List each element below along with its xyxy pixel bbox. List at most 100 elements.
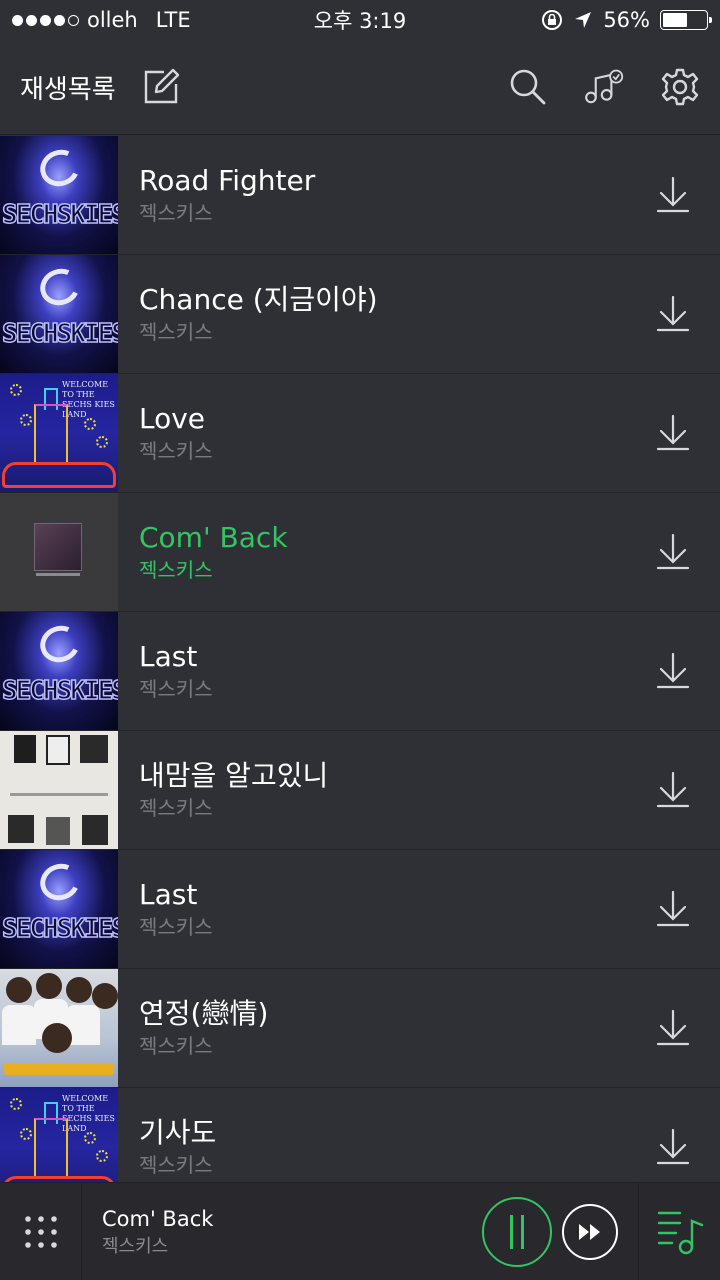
carrier-name: olleh xyxy=(87,8,138,32)
now-playing-artist: 젝스키스 xyxy=(102,1235,169,1257)
track-row[interactable]: WELCOME TO THE SECHS KIES LAND Love 젝스키스 xyxy=(0,374,720,493)
track-text: Last 젝스키스 xyxy=(139,639,213,703)
next-track-button[interactable] xyxy=(562,1204,618,1260)
album-art: SECHSKIES xyxy=(0,255,118,373)
download-icon xyxy=(656,652,690,689)
location-arrow-icon xyxy=(575,12,592,28)
download-button[interactable] xyxy=(656,890,690,928)
track-artist: 젝스키스 xyxy=(139,677,213,701)
track-artist: 젝스키스 xyxy=(139,1034,213,1058)
album-art-logo: SECHSKIES xyxy=(1,199,118,231)
track-row[interactable]: 연정(戀情) 젝스키스 xyxy=(0,969,720,1088)
track-title: Chance (지금이야) xyxy=(139,283,378,316)
track-artist: 젝스키스 xyxy=(139,1153,213,1177)
album-art: SECHSKIES xyxy=(0,850,118,968)
album-art xyxy=(0,731,118,849)
now-playing-info[interactable]: Com' Back 젝스키스 xyxy=(102,1204,213,1260)
download-icon xyxy=(656,1128,690,1165)
status-left: olleh LTE xyxy=(12,8,191,32)
edit-icon xyxy=(144,68,179,104)
download-icon xyxy=(656,533,690,570)
track-text: 기사도젝스키스 xyxy=(139,1115,216,1179)
track-row[interactable]: SECHSKIES Chance (지금이야) 젝스키스 xyxy=(0,255,720,374)
battery-percent: 56% xyxy=(603,8,650,32)
track-row[interactable]: Com' Back 젝스키스 xyxy=(0,493,720,612)
download-icon xyxy=(656,771,690,808)
track-text: Com' Back 젝스키스 xyxy=(139,520,288,584)
pause-icon-bar-right xyxy=(521,1215,524,1249)
track-title: 연정(戀情) xyxy=(139,997,269,1030)
album-art: WELCOME TO THE SECHS KIES LAND xyxy=(0,1088,118,1182)
network-type: LTE xyxy=(155,8,191,32)
search-icon xyxy=(510,69,546,105)
track-list: SECHSKIES Road Fighter 젝스키스 SECHSKIES Chance… xyxy=(0,136,720,1182)
battery-fill xyxy=(663,13,687,27)
album-art-logo: SECHSKIES xyxy=(1,318,118,350)
page-title: 재생목록 xyxy=(20,74,116,105)
download-icon xyxy=(656,890,690,927)
player-divider xyxy=(638,1183,639,1280)
download-button[interactable] xyxy=(656,652,690,690)
track-title: Last xyxy=(139,878,198,911)
pause-icon-bar-left xyxy=(510,1215,513,1249)
header-actions xyxy=(508,67,700,107)
mini-player: Com' Back 젝스키스 xyxy=(0,1182,720,1280)
music-check-icon xyxy=(585,69,624,104)
playlist-button[interactable] xyxy=(656,1209,706,1257)
track-row[interactable]: SECHSKIES Road Fighter 젝스키스 xyxy=(0,136,720,255)
track-artist: 젝스키스 xyxy=(139,915,213,939)
playlist-icon xyxy=(657,1211,704,1255)
download-button[interactable] xyxy=(656,295,690,333)
battery-icon xyxy=(660,10,712,30)
track-row[interactable]: SECHSKIES Last 젝스키스 xyxy=(0,850,720,969)
download-icon xyxy=(656,176,690,213)
header: 재생목록 xyxy=(0,40,720,135)
album-art-caption: WELCOME TO THE SECHS KIES LAND xyxy=(62,380,115,419)
album-art xyxy=(0,969,118,1087)
signal-strength-icon xyxy=(12,14,79,26)
edit-button[interactable] xyxy=(142,68,180,106)
track-text: Chance (지금이야) 젝스키스 xyxy=(139,282,378,346)
download-button[interactable] xyxy=(656,1009,690,1047)
select-songs-button[interactable] xyxy=(584,67,624,107)
track-title: Last xyxy=(139,640,198,673)
screen: olleh LTE 오후 3:19 56% 재생목록 SECHSKIES Roa… xyxy=(0,0,720,1280)
track-artist: 젝스키스 xyxy=(139,439,213,463)
download-button[interactable] xyxy=(656,1128,690,1166)
album-art: SECHSKIES xyxy=(0,136,118,254)
track-text: Road Fighter 젝스키스 xyxy=(139,163,315,227)
track-row[interactable]: SECHSKIES Last 젝스키스 xyxy=(0,612,720,731)
track-text: 내맘을 알고있니 젝스키스 xyxy=(139,758,328,822)
status-right: 56% xyxy=(541,8,712,32)
download-icon xyxy=(656,295,690,332)
menu-button[interactable] xyxy=(0,1182,82,1280)
track-text: Last 젝스키스 xyxy=(139,877,213,941)
download-icon xyxy=(656,414,690,451)
album-art-logo: SECHSKIES xyxy=(1,913,118,945)
download-button[interactable] xyxy=(656,414,690,452)
download-button[interactable] xyxy=(656,771,690,809)
download-button[interactable] xyxy=(656,176,690,214)
track-text: Love 젝스키스 xyxy=(139,401,213,465)
album-art: WELCOME TO THE SECHS KIES LAND xyxy=(0,374,118,492)
download-icon xyxy=(656,1009,690,1046)
album-art-caption: WELCOME TO THE SECHS KIES LAND xyxy=(62,1094,115,1133)
track-row[interactable]: WELCOME TO THE SECHS KIES LAND 기사도젝스키스 xyxy=(0,1088,720,1182)
track-artist: 젝스키스 xyxy=(139,558,213,582)
search-button[interactable] xyxy=(508,67,548,107)
gear-icon xyxy=(661,68,699,106)
fast-forward-icon xyxy=(579,1224,600,1240)
pause-button[interactable] xyxy=(482,1197,552,1267)
track-title: Love xyxy=(139,402,206,435)
album-art-logo: SECHSKIES xyxy=(1,675,118,707)
download-button[interactable] xyxy=(656,533,690,571)
rotation-lock-icon xyxy=(542,10,563,30)
status-bar: olleh LTE 오후 3:19 56% xyxy=(0,0,720,40)
album-art xyxy=(0,493,118,611)
settings-button[interactable] xyxy=(660,67,700,107)
track-title: Road Fighter xyxy=(139,164,316,197)
grid-menu-icon xyxy=(24,1215,57,1248)
track-artist: 젝스키스 xyxy=(139,320,213,344)
track-title: 기사도 xyxy=(139,1116,217,1149)
track-row[interactable]: 내맘을 알고있니 젝스키스 xyxy=(0,731,720,850)
